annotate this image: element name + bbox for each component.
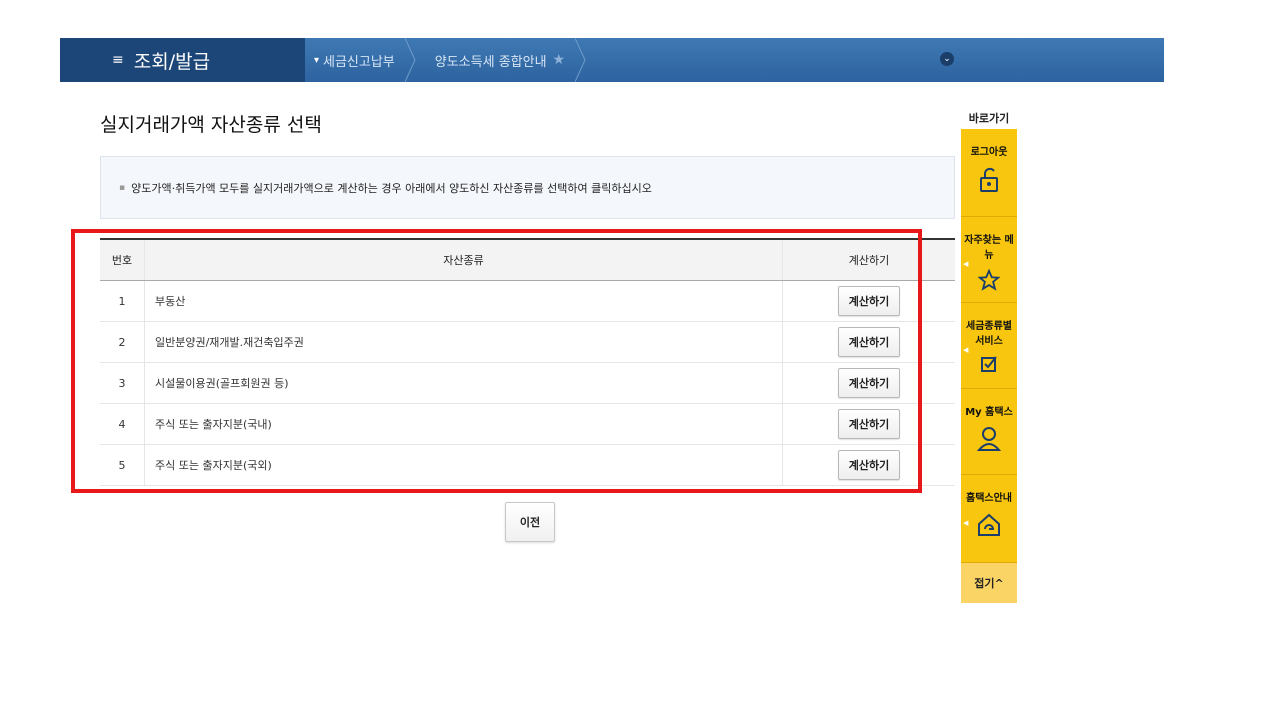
quick-links-panel: 로그아웃 ◀ 자주찾는 메뉴 ◀ 세금종류별 서비스 My 홈택스 ◀ 홈택스안… <box>961 129 1017 603</box>
notice-text: 양도가액·취득가액 모두를 실지거래가액으로 계산하는 경우 아래에서 양도하신… <box>131 181 652 195</box>
arrow-left-icon: ◀ <box>963 518 969 527</box>
arrow-left-icon: ◀ <box>963 259 969 268</box>
top-navigation-bar: ≡ 조회/발급 ▾ 세금신고납부 양도소득세 종합안내 ★ ⌄ <box>60 38 1164 82</box>
breadcrumb-label: 세금신고납부 <box>323 54 395 70</box>
quick-item-hometax-guide[interactable]: ◀ 홈택스안내 <box>961 475 1017 563</box>
arrow-left-icon: ◀ <box>963 345 969 354</box>
checkbox-icon <box>981 356 997 372</box>
star-icon <box>978 269 1000 291</box>
expand-circle-icon[interactable]: ⌄ <box>940 52 954 66</box>
chevron-separator-icon <box>575 38 586 82</box>
unlock-icon <box>980 167 998 192</box>
quick-item-favorites[interactable]: ◀ 자주찾는 메뉴 <box>961 217 1017 303</box>
hamburger-icon: ≡ <box>112 52 124 68</box>
quick-links-title: 바로가기 <box>968 112 1010 125</box>
bullet-icon: ▪ <box>119 182 126 193</box>
user-icon <box>977 427 1001 451</box>
home-icon <box>978 513 1000 536</box>
previous-button[interactable]: 이전 <box>505 502 555 542</box>
page-title: 실지거래가액 자산종류 선택 <box>100 114 322 136</box>
breadcrumb-item-tax-filing[interactable]: 세금신고납부 <box>305 38 417 82</box>
collapse-button[interactable]: 접기^ <box>961 563 1017 603</box>
star-favorite-icon[interactable]: ★ <box>553 52 566 68</box>
menu-toggle-button[interactable]: ≡ 조회/발급 ▾ <box>60 38 319 82</box>
chevron-separator-icon <box>404 38 416 82</box>
quick-item-label: My 홈택스 <box>965 407 1013 418</box>
quick-item-label: 세금종류별 서비스 <box>966 321 1012 347</box>
quick-item-label: 홈택스안내 <box>966 493 1012 504</box>
red-highlight-annotation <box>71 229 922 493</box>
quick-item-label: 로그아웃 <box>970 147 1008 158</box>
notice-box: ▪ 양도가액·취득가액 모두를 실지거래가액으로 계산하는 경우 아래에서 양도… <box>100 156 955 219</box>
quick-item-tax-services[interactable]: ◀ 세금종류별 서비스 <box>961 303 1017 389</box>
quick-item-logout[interactable]: 로그아웃 <box>961 129 1017 217</box>
menu-title: 조회/발급 <box>133 50 211 73</box>
quick-item-my-hometax[interactable]: My 홈택스 <box>961 389 1017 475</box>
quick-item-label: 자주찾는 메뉴 <box>964 235 1014 261</box>
breadcrumb-item-capital-gains[interactable]: 양도소득세 종합안내 ★ <box>417 38 587 82</box>
breadcrumb-label: 양도소득세 종합안내 <box>434 54 547 70</box>
